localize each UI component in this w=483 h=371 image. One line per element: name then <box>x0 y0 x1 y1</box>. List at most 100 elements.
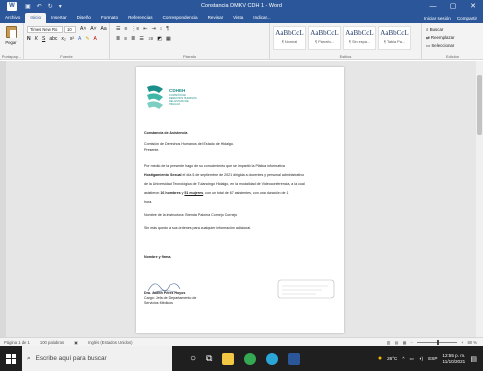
numbering-icon[interactable]: ≡ <box>124 26 127 32</box>
signin-link[interactable]: Iniciar sesión <box>424 16 451 21</box>
select-button[interactable]: ▭ Seleccionar <box>426 42 455 50</box>
find-button[interactable]: ⌕ Buscar <box>426 26 455 34</box>
font-size-select[interactable]: 10 <box>64 26 76 33</box>
change-case-icon[interactable]: Aa <box>101 26 107 32</box>
find-label: Buscar <box>429 27 444 32</box>
shading-icon[interactable]: ◩ <box>157 36 162 42</box>
align-left-icon[interactable]: ≣ <box>116 36 120 42</box>
read-mode-icon[interactable]: ▥ <box>387 340 391 345</box>
signature-label-text: Nombre y firma. <box>144 255 172 259</box>
weather-temp[interactable]: 26°C <box>387 356 397 361</box>
zoom-controls: ▥ ▤ ▦ − + 80 % <box>387 339 483 345</box>
tab-archivo[interactable]: Archivo <box>0 13 25 23</box>
group-clipboard: Pegar Portapap... <box>0 23 24 60</box>
strikethrough-icon[interactable]: abc <box>49 36 57 42</box>
tell-me-search[interactable]: Indicar... <box>248 13 275 23</box>
font-format-buttons: N K S abc x₂ x² A ✎ A <box>27 36 97 42</box>
tab-vista[interactable]: Vista <box>228 13 248 23</box>
start-button[interactable] <box>0 346 22 371</box>
sort-icon[interactable]: ↕ <box>160 26 163 32</box>
network-icon[interactable]: ▭ <box>410 356 414 362</box>
input-language[interactable]: ESP <box>428 356 437 361</box>
customize-qa-icon[interactable]: ▾ <box>59 3 62 10</box>
show-marks-icon[interactable]: ¶ <box>166 26 169 32</box>
maximize-button[interactable]: ▢ <box>443 0 463 13</box>
document-canvas[interactable]: CDHEH COMISIÓN DE DERECHOS HUMANOS DEL E… <box>0 61 483 337</box>
scrollbar-thumb[interactable] <box>477 75 482 135</box>
cortana-icon[interactable]: ○ <box>190 353 196 364</box>
proofing-icon[interactable]: ▣ <box>74 340 78 345</box>
weather-icon[interactable]: ● <box>378 355 382 362</box>
multilevel-list-icon[interactable]: ⋮≡ <box>131 26 139 32</box>
replace-button[interactable]: ⇄ Reemplazar <box>426 34 455 42</box>
print-layout-icon[interactable]: ▤ <box>395 340 399 345</box>
style-table[interactable]: AaBbCcL ¶ Tabla Pa... <box>378 26 411 50</box>
doc-signer-dept: Servicios Médicos <box>144 301 173 305</box>
quick-access-toolbar: ▣ ↶ ↻ ▾ <box>25 3 62 10</box>
web-layout-icon[interactable]: ▦ <box>403 340 407 345</box>
increase-indent-icon[interactable]: ⇥ <box>152 26 156 32</box>
tab-referencias[interactable]: Referencias <box>123 13 158 23</box>
group-font: Times New Ro 10 A˄ A˅ Aa N K S abc x₂ x²… <box>24 23 110 60</box>
style-normal[interactable]: AaBbCcL ¶ Normal <box>273 26 306 50</box>
line-spacing-icon[interactable]: ↕≡ <box>148 36 153 42</box>
shrink-font-icon[interactable]: A˅ <box>90 26 96 32</box>
tab-formato[interactable]: Formato <box>96 13 123 23</box>
word-taskbar-icon[interactable] <box>288 352 301 365</box>
tab-inicio[interactable]: Inicio <box>25 13 47 23</box>
align-center-icon[interactable]: ≡ <box>124 36 127 42</box>
minimize-button[interactable]: — <box>423 0 443 13</box>
italic-icon[interactable]: K <box>35 36 38 42</box>
close-button[interactable]: ✕ <box>463 0 483 13</box>
paste-button[interactable]: Pegar <box>3 26 19 50</box>
ribbon: Pegar Portapap... Times New Ro 10 A˄ A˅ … <box>0 23 483 60</box>
share-button[interactable]: Compartir <box>457 16 477 21</box>
grow-font-icon[interactable]: A˄ <box>80 26 86 32</box>
style-name: ¶ Párrafo... <box>315 40 334 44</box>
task-view-icon[interactable]: ⧉ <box>206 353 212 364</box>
tab-revisar[interactable]: Revisar <box>203 13 229 23</box>
zoom-slider[interactable] <box>417 339 457 345</box>
tray-chevron-icon[interactable]: ^ <box>402 356 404 361</box>
tab-insertar[interactable]: Insertar <box>46 13 72 23</box>
underline-icon[interactable]: S <box>42 36 45 42</box>
zoom-in-button[interactable]: + <box>461 340 463 345</box>
p3-men: 16 hombres <box>160 191 181 195</box>
save-icon[interactable]: ▣ <box>25 3 31 10</box>
page-count[interactable]: Página 1 de 1 <box>4 340 30 345</box>
align-right-icon[interactable]: ≣ <box>131 36 135 42</box>
font-color-icon[interactable]: A <box>94 36 97 42</box>
redo-icon[interactable]: ↻ <box>48 3 53 10</box>
highlight-icon[interactable]: ✎ <box>85 36 89 42</box>
volume-icon[interactable]: ◖) <box>419 356 423 361</box>
text-effects-icon[interactable]: A <box>78 36 81 42</box>
file-explorer-icon[interactable] <box>222 352 235 365</box>
edge-icon[interactable] <box>266 352 279 365</box>
tab-correspondencia[interactable]: Correspondencia <box>158 13 203 23</box>
borders-icon[interactable]: ▦ <box>166 36 171 42</box>
undo-icon[interactable]: ↶ <box>37 3 42 10</box>
vertical-scrollbar[interactable] <box>476 61 483 337</box>
taskbar-search[interactable]: ⌕ Escribe aquí para buscar <box>22 346 172 371</box>
style-no-spacing[interactable]: AaBbCcL ¶ Sin espa... <box>343 26 376 50</box>
tab-diseno[interactable]: Diseño <box>72 13 96 23</box>
zoom-out-button[interactable]: − <box>411 340 413 345</box>
bold-icon[interactable]: N <box>27 36 31 42</box>
justify-icon[interactable]: ☰ <box>139 36 143 42</box>
group-label-font: Fuente <box>60 54 73 59</box>
style-paragraph[interactable]: AaBbCcL ¶ Párrafo... <box>308 26 341 50</box>
subscript-icon[interactable]: x₂ <box>61 36 65 42</box>
superscript-icon[interactable]: x² <box>70 36 74 42</box>
chrome-icon[interactable] <box>244 352 257 365</box>
logo-subtitle: COMISIÓN DE DERECHOS HUMANOS DEL ESTADO … <box>169 94 197 106</box>
language-indicator[interactable]: Inglés (Estados Unidos) <box>88 340 132 345</box>
style-name: ¶ Sin espa... <box>348 40 371 44</box>
font-name-select[interactable]: Times New Ro <box>27 26 63 33</box>
document-page[interactable]: CDHEH COMISIÓN DE DERECHOS HUMANOS DEL E… <box>136 67 344 333</box>
word-count[interactable]: 100 palabras <box>40 340 64 345</box>
clock[interactable]: 12:55 p. m. 11/10/2021 <box>442 353 465 364</box>
decrease-indent-icon[interactable]: ⇤ <box>143 26 147 32</box>
notifications-icon[interactable]: ▤ <box>470 355 477 363</box>
bullets-icon[interactable]: ☰ <box>116 26 120 32</box>
zoom-level[interactable]: 80 % <box>467 340 477 345</box>
